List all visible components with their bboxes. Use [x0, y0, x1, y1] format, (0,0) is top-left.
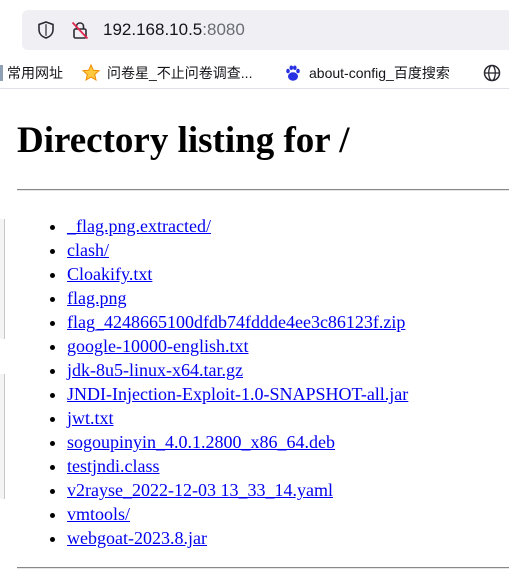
file-list-item: testjndi.class — [67, 454, 408, 478]
baidu-paw-icon — [286, 65, 300, 81]
tracking-protection-shield-icon[interactable] — [36, 20, 56, 40]
star-icon — [81, 63, 101, 82]
url-port: :8080 — [202, 20, 245, 39]
address-bar-area: 192.168.10.5:8080 — [0, 0, 509, 58]
file-link[interactable]: v2rayse_2022-12-03 13_33_14.yaml — [67, 480, 333, 500]
file-link[interactable]: testjndi.class — [67, 456, 160, 476]
file-link[interactable]: sogoupinyin_4.0.1.2800_x86_64.deb — [67, 432, 335, 452]
url-host: 192.168.10.5 — [103, 20, 203, 39]
file-list-item: flag.png — [67, 286, 408, 310]
bookmark-label: 常用网址 — [7, 65, 63, 81]
address-bar[interactable]: 192.168.10.5:8080 — [22, 10, 509, 50]
file-list-item: _flag.png.extracted/ — [67, 214, 408, 238]
file-list-item: Cloakify.txt — [67, 262, 408, 286]
file-list-item: JNDI-Injection-Exploit-1.0-SNAPSHOT-all.… — [67, 382, 408, 406]
folder-icon — [0, 65, 3, 81]
file-link[interactable]: google-10000-english.txt — [67, 336, 248, 356]
insecure-connection-icon[interactable] — [70, 20, 90, 40]
top-divider — [17, 189, 509, 191]
side-panel-edge — [0, 219, 5, 339]
file-list-item: vmtools/ — [67, 502, 408, 526]
side-panel-edge — [0, 374, 5, 499]
file-list-item: flag_4248665100dfdb74fddde4ee3c86123f.zi… — [67, 310, 408, 334]
file-link[interactable]: vmtools/ — [67, 504, 130, 524]
file-link[interactable]: jwt.txt — [67, 408, 114, 428]
file-link[interactable]: webgoat-2023.8.jar — [67, 528, 207, 548]
file-list-item: webgoat-2023.8.jar — [67, 526, 408, 550]
file-link[interactable]: jdk-8u5-linux-x64.tar.gz — [67, 360, 243, 380]
globe-icon — [483, 64, 501, 82]
bookmark-globe[interactable] — [482, 58, 508, 88]
bottom-divider — [17, 567, 509, 569]
file-list-item: jwt.txt — [67, 406, 408, 430]
bookmark-wenjuanxing[interactable]: 问卷星_不止问卷调查... — [81, 58, 252, 88]
bookmark-about-config-baidu[interactable]: about-config_百度搜索 — [283, 58, 450, 88]
page-content: Directory listing for / _flag.png.extrac… — [0, 89, 509, 578]
bookmark-label: 问卷星_不止问卷调查... — [107, 65, 253, 81]
file-list: _flag.png.extracted/clash/Cloakify.txt fl… — [17, 214, 408, 550]
file-link[interactable]: Cloakify.txt — [67, 264, 152, 284]
file-list-item: google-10000-english.txt — [67, 334, 408, 358]
page-title: Directory listing for / — [17, 120, 350, 161]
bookmark-common-sites[interactable]: 常用网址 — [0, 58, 63, 88]
file-link[interactable]: flag.png — [67, 288, 126, 308]
file-list-item: clash/ — [67, 238, 408, 262]
bookmark-label: about-config_百度搜索 — [309, 65, 450, 81]
url-text[interactable]: 192.168.10.5:8080 — [103, 19, 245, 41]
file-list-item: v2rayse_2022-12-03 13_33_14.yaml — [67, 478, 408, 502]
file-list-item: sogoupinyin_4.0.1.2800_x86_64.deb — [67, 430, 408, 454]
file-link[interactable]: _flag.png.extracted/ — [67, 216, 211, 236]
bookmarks-toolbar: 常用网址 问卷星_不止问卷调查... about-config_百度搜索 — [0, 58, 509, 89]
file-link[interactable]: JNDI-Injection-Exploit-1.0-SNAPSHOT-all.… — [67, 384, 408, 404]
file-link[interactable]: clash/ — [67, 240, 109, 260]
file-list-item: jdk-8u5-linux-x64.tar.gz — [67, 358, 408, 382]
file-link[interactable]: flag_4248665100dfdb74fddde4ee3c86123f.zi… — [67, 312, 405, 332]
